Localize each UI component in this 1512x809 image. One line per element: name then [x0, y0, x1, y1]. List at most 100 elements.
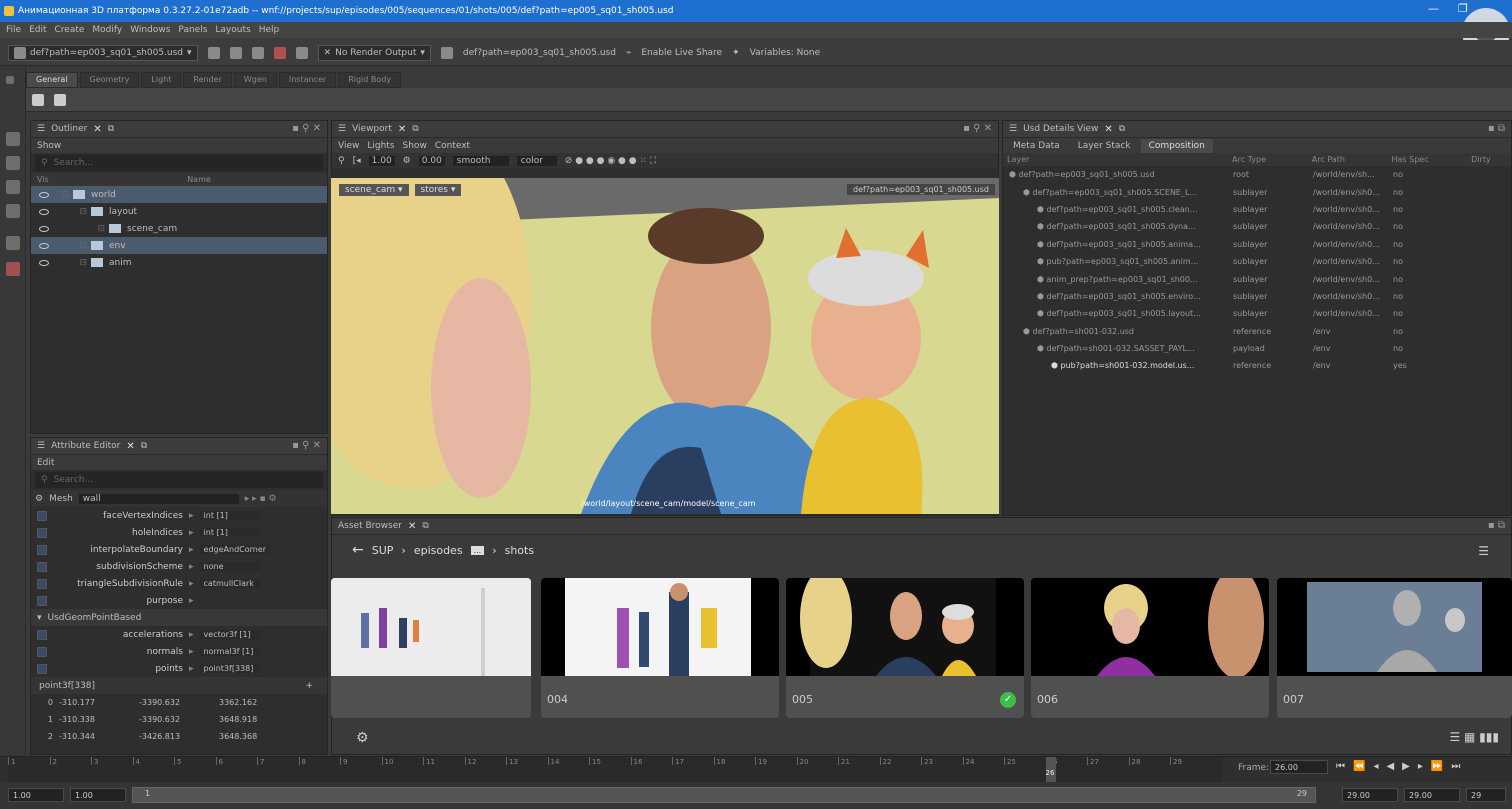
save-icon[interactable]: [207, 46, 220, 59]
composition-row[interactable]: ⬢ def?path=ep003_sq01_sh005.dyna... subla…: [1003, 218, 1511, 235]
menu-view[interactable]: View: [338, 141, 359, 151]
shading-dropdown[interactable]: smooth: [452, 155, 509, 166]
edit-target-layer[interactable]: def?path=ep003_sq01_sh005.usd: [463, 48, 616, 58]
minimize-button[interactable]: —: [1428, 2, 1439, 15]
playback-start-field[interactable]: 1.00: [70, 788, 126, 802]
live-share-button[interactable]: Enable Live Share: [641, 48, 722, 58]
array-y[interactable]: -3390.632: [139, 698, 219, 707]
undock-icon[interactable]: ⧉: [108, 124, 114, 134]
column-arc-path[interactable]: Arc Path: [1312, 155, 1392, 164]
visibility-eye-icon[interactable]: [39, 225, 49, 232]
menu-edit[interactable]: Edit: [29, 25, 46, 35]
panel-controls-icon[interactable]: ▪ ⧉: [1488, 520, 1505, 531]
attribute-value[interactable]: point3f[338]: [199, 664, 260, 673]
render-output-selector[interactable]: ✕ No Render Output ▾: [317, 44, 431, 61]
menu-context[interactable]: Context: [435, 141, 470, 151]
view-mode-icons[interactable]: ☰ ▦ ▮▮▮: [1449, 730, 1499, 744]
chevron-right-icon[interactable]: ▸: [189, 562, 194, 572]
attribute-checkbox[interactable]: [37, 544, 47, 555]
composition-row[interactable]: ⬢ def?path=ep003_sq01_sh005.SCENE_L... su…: [1003, 183, 1511, 200]
attribute-checkbox[interactable]: [37, 646, 47, 657]
tab-layer-stack[interactable]: Layer Stack: [1070, 139, 1139, 153]
array-x[interactable]: -310.338: [59, 715, 139, 724]
undock-icon[interactable]: ⧉: [412, 124, 418, 134]
menu-create[interactable]: Create: [55, 25, 85, 35]
current-frame-marker[interactable]: 26: [1045, 757, 1056, 783]
attribute-value[interactable]: vector3f [1]: [199, 630, 260, 639]
array-x[interactable]: -310.344: [59, 732, 139, 741]
range-slider-bar[interactable]: 1 29: [132, 787, 1316, 803]
attribute-value[interactable]: int [1]: [199, 528, 260, 537]
attribute-value[interactable]: none: [199, 562, 260, 571]
attribute-checkbox[interactable]: [37, 510, 47, 521]
tab-geometry[interactable]: Geometry: [79, 72, 140, 88]
rotate-tool-icon[interactable]: [6, 180, 20, 194]
outliner-item[interactable]: ⊟ layout: [31, 203, 327, 220]
menu-windows[interactable]: Windows: [130, 25, 170, 35]
column-layer[interactable]: Layer: [1007, 155, 1232, 164]
tab-rigid-body[interactable]: Rigid Body: [338, 72, 402, 88]
tab-composition[interactable]: Composition: [1140, 138, 1213, 153]
composition-row[interactable]: ⬢ def?path=ep003_sq01_sh005.layout... sub…: [1003, 305, 1511, 322]
attribute-value[interactable]: edgeAndCorner: [199, 545, 271, 554]
playback-controls-icon[interactable]: ⏮⏪◂◀▶▸⏩⏭: [1336, 761, 1468, 772]
attribute-search[interactable]: ⚲ Search...: [35, 472, 323, 488]
outliner-search[interactable]: ⚲ Search...: [35, 155, 323, 171]
column-arc-type[interactable]: Arc Type: [1232, 155, 1312, 164]
menu-edit[interactable]: Edit: [37, 458, 54, 468]
back-arrow-icon[interactable]: ←: [352, 542, 364, 558]
menu-modify[interactable]: Modify: [92, 25, 122, 35]
breadcrumb-episodes[interactable]: episodes: [414, 544, 463, 557]
array-z[interactable]: 3648.918: [219, 715, 299, 724]
maximize-button[interactable]: ❐: [1458, 2, 1468, 15]
attribute-checkbox[interactable]: [37, 663, 47, 674]
export-icon[interactable]: [251, 46, 264, 59]
animation-end-field[interactable]: 29.00: [1404, 788, 1460, 802]
composition-row[interactable]: ⬢ def?path=ep003_sq01_sh005.usd root/worl…: [1003, 166, 1511, 183]
publish-icon[interactable]: [273, 46, 286, 59]
open-icon[interactable]: [229, 46, 242, 59]
gamma-field[interactable]: 0.00: [418, 155, 445, 166]
menu-show[interactable]: Show: [37, 141, 61, 151]
animation-start-field[interactable]: 1.00: [8, 788, 64, 802]
menu-layouts[interactable]: Layouts: [215, 25, 250, 35]
chevron-right-icon[interactable]: ▸: [189, 528, 194, 538]
shot-card-004[interactable]: 004: [541, 578, 779, 718]
outliner-item[interactable]: ⊟ scene_cam: [31, 220, 327, 237]
node-actions-icon[interactable]: ▸ ▸ ▪ ⚙: [245, 494, 277, 504]
undock-icon[interactable]: ⧉: [141, 441, 147, 451]
attribute-value[interactable]: normal3f [1]: [199, 647, 260, 656]
chevron-right-icon[interactable]: ▸: [189, 596, 194, 606]
color-mode-dropdown[interactable]: color: [516, 155, 557, 166]
variables-button[interactable]: Variables: None: [750, 48, 821, 58]
outliner-item[interactable]: ⊟ world: [31, 186, 327, 203]
composition-row[interactable]: ⬢ def?path=sh001-032.SASSET_PAYL... paylo…: [1003, 340, 1511, 357]
shot-card-005[interactable]: 005 ✓: [786, 578, 1024, 718]
move-tool-icon[interactable]: [6, 156, 20, 170]
menu-lights[interactable]: Lights: [367, 141, 394, 151]
chevron-right-icon[interactable]: ▸: [189, 511, 194, 521]
array-x[interactable]: -310.177: [59, 698, 139, 707]
attribute-checkbox[interactable]: [37, 629, 47, 640]
tab-light[interactable]: Light: [141, 72, 182, 88]
gear-icon[interactable]: ⚙: [356, 730, 369, 746]
exposure-field[interactable]: 1.00: [368, 155, 395, 166]
outliner-item[interactable]: ⊟ env: [31, 237, 327, 254]
shot-card-003[interactable]: [331, 578, 531, 718]
tab-meta-data[interactable]: Meta Data: [1005, 139, 1068, 153]
current-frame-field[interactable]: 26.00: [1270, 760, 1328, 774]
chevron-right-icon[interactable]: ▸: [189, 647, 194, 657]
attribute-checkbox[interactable]: [37, 527, 47, 538]
viewport-render-image[interactable]: scene_cam ▾ stores ▾ def?path=ep003_sq01…: [331, 178, 999, 514]
menu-show[interactable]: Show: [403, 141, 427, 151]
stage-selector[interactable]: def?path=ep003_sq01_sh005.usd ▾: [8, 44, 198, 61]
undock-icon[interactable]: ⧉: [1119, 124, 1125, 134]
column-name[interactable]: Name: [71, 175, 327, 184]
timeline-ruler[interactable]: 1 2 3 4 5 6 7 8 9 10 11 12 13 14 15 16 17 18 19 20 21 22 23 24 2…: [8, 757, 1223, 783]
array-z[interactable]: 3648.368: [219, 732, 299, 741]
playback-end-field[interactable]: 29.00: [1342, 788, 1398, 802]
tab-general[interactable]: General: [26, 72, 78, 88]
array-y[interactable]: -3390.632: [139, 715, 219, 724]
timeline[interactable]: 1 2 3 4 5 6 7 8 9 10 11 12 13 14 15 16 17 18 19 20 21 22 23 24 2…: [0, 756, 1512, 783]
chevron-right-icon[interactable]: ▸: [189, 630, 194, 640]
